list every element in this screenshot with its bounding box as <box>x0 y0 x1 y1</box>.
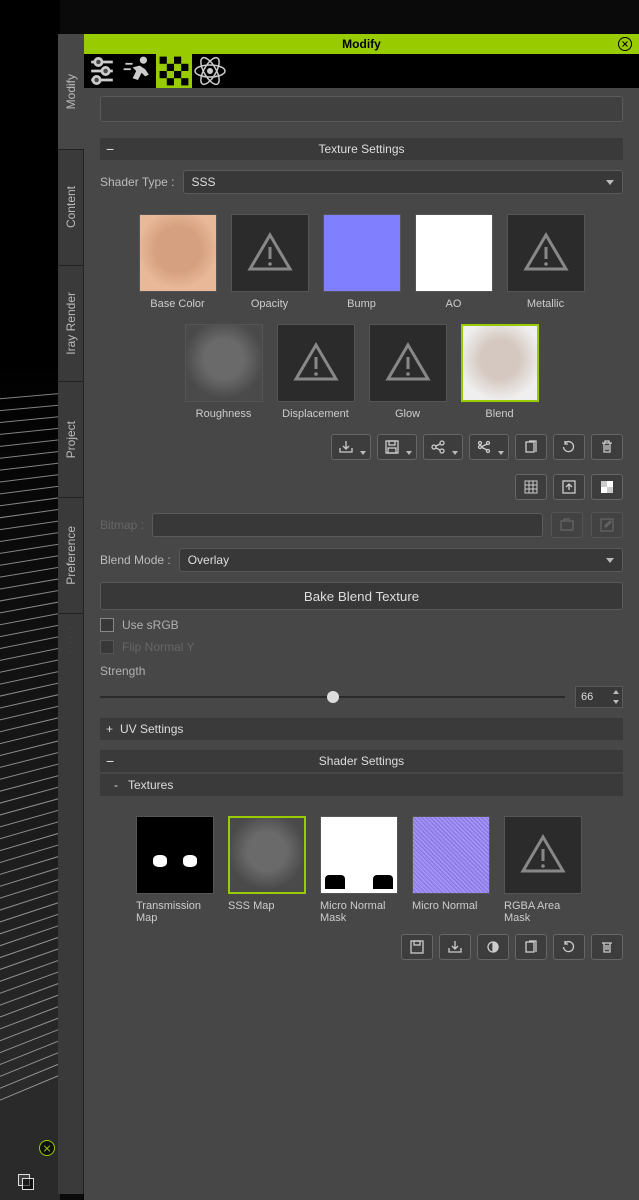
strength-slider[interactable] <box>100 696 565 698</box>
collapse-icon: - <box>114 774 118 796</box>
channels-button[interactable] <box>591 474 623 500</box>
collapse-icon: − <box>106 750 114 772</box>
bake-blend-texture-button[interactable]: Bake Blend Texture <box>100 582 623 610</box>
strength-value: 66 <box>576 691 610 703</box>
share-all-button[interactable] <box>469 434 509 460</box>
modify-panel: Modify − Texture Settings Shader Type : … <box>84 34 639 1200</box>
shader-texture-actions <box>100 934 623 960</box>
blend-mode-label: Blend Mode : <box>100 553 171 567</box>
slider-thumb[interactable] <box>327 691 339 703</box>
save-texture-button[interactable] <box>377 434 417 460</box>
spinner-down-icon[interactable] <box>610 697 622 707</box>
side-tab-modify[interactable]: Modify <box>58 34 84 150</box>
blend-mode-select[interactable]: Overlay <box>179 548 623 572</box>
texture-micro-normal-mask[interactable]: Micro Normal Mask <box>320 816 398 924</box>
texture-action-row-1 <box>100 434 623 460</box>
use-srgb-checkbox[interactable] <box>100 618 114 632</box>
material-slot[interactable] <box>100 96 623 122</box>
shader-texture-grid: Transmission MapSSS MapMicro Normal Mask… <box>100 816 623 924</box>
uv-settings-header[interactable]: + UV Settings <box>100 718 623 740</box>
blend-mode-value: Overlay <box>188 553 229 567</box>
viewport-background <box>0 0 60 1200</box>
texture-micro-normal[interactable]: Micro Normal <box>412 816 490 924</box>
shader-settings-label: Shader Settings <box>319 754 404 768</box>
texture-grid: Base ColorOpacityBumpAOMetallic Roughness… <box>100 214 623 420</box>
texture-metallic[interactable]: Metallic <box>507 214 585 310</box>
flip-normal-y-label: Flip Normal Y <box>122 640 194 654</box>
flip-normal-y-checkbox <box>100 640 114 654</box>
shader-settings-header[interactable]: − Shader Settings <box>100 750 623 772</box>
share-texture-button[interactable] <box>423 434 463 460</box>
physics-button[interactable] <box>192 54 228 88</box>
use-srgb-label: Use sRGB <box>122 618 179 632</box>
delete-texture-button[interactable] <box>591 434 623 460</box>
grid-view-button[interactable] <box>515 474 547 500</box>
toolbar <box>84 54 639 88</box>
texture-transmission-map[interactable]: Transmission Map <box>136 816 214 924</box>
side-tab-preference[interactable]: Preference <box>58 498 84 614</box>
texture-bump[interactable]: Bump <box>323 214 401 310</box>
save-shader-tex-button[interactable] <box>401 934 433 960</box>
texture-sss-map[interactable]: SSS Map <box>228 816 306 924</box>
reload-texture-button[interactable] <box>553 434 585 460</box>
close-panel-icon[interactable] <box>617 36 633 52</box>
adjust-shader-tex-button[interactable] <box>477 934 509 960</box>
strength-spinner[interactable]: 66 <box>575 686 623 708</box>
panel-title: Modify <box>84 34 639 54</box>
viewport-close-icon[interactable] <box>39 1140 55 1156</box>
texture-button[interactable] <box>156 54 192 88</box>
reload-shader-tex-button[interactable] <box>553 934 585 960</box>
fit-view-button[interactable] <box>553 474 585 500</box>
edit-bitmap-button <box>591 512 623 538</box>
chevron-down-icon <box>606 558 614 563</box>
texture-settings-header[interactable]: − Texture Settings <box>100 138 623 160</box>
collapse-icon: − <box>106 138 114 160</box>
strength-label: Strength <box>100 664 623 678</box>
bitmap-label: Bitmap : <box>100 518 144 532</box>
texture-glow[interactable]: Glow <box>369 324 447 420</box>
shader-type-value: SSS <box>192 175 216 189</box>
textures-sub-label: Textures <box>128 778 173 792</box>
texture-ao[interactable]: AO <box>415 214 493 310</box>
open-bitmap-button <box>551 512 583 538</box>
import-shader-tex-button[interactable] <box>439 934 471 960</box>
import-texture-button[interactable] <box>331 434 371 460</box>
texture-blend[interactable]: Blend <box>461 324 539 420</box>
spinner-up-icon[interactable] <box>610 687 622 697</box>
texture-opacity[interactable]: Opacity <box>231 214 309 310</box>
motion-button[interactable] <box>120 54 156 88</box>
side-tab-iray-render[interactable]: Iray Render <box>58 266 84 382</box>
delete-shader-tex-button[interactable] <box>591 934 623 960</box>
texture-base-color[interactable]: Base Color <box>139 214 217 310</box>
side-tab-project[interactable]: Project <box>58 382 84 498</box>
textures-subsection-header[interactable]: - Textures <box>100 774 623 796</box>
texture-rgba-area-mask[interactable]: RGBA Area Mask <box>504 816 582 924</box>
expand-icon: + <box>106 718 113 740</box>
chevron-down-icon <box>606 180 614 185</box>
texture-displacement[interactable]: Displacement <box>277 324 355 420</box>
panel-title-text: Modify <box>342 37 381 51</box>
expand-panels-icon[interactable] <box>18 1174 34 1190</box>
texture-roughness[interactable]: Roughness <box>185 324 263 420</box>
shader-type-select[interactable]: SSS <box>183 170 624 194</box>
side-tab-content[interactable]: Content <box>58 150 84 266</box>
shader-type-label: Shader Type : <box>100 175 175 189</box>
copy-shader-tex-button[interactable] <box>515 934 547 960</box>
panel-content: − Texture Settings Shader Type : SSS Bas… <box>84 88 639 1200</box>
modifier-settings-button[interactable] <box>84 54 120 88</box>
copy-texture-button[interactable] <box>515 434 547 460</box>
texture-action-row-2 <box>100 474 623 500</box>
bitmap-input[interactable] <box>152 513 543 537</box>
rail-drag-handle[interactable]: ············ <box>58 614 83 656</box>
uv-settings-label: UV Settings <box>120 722 183 736</box>
left-rail: ModifyContentIray RenderProjectPreferenc… <box>58 34 84 1194</box>
section-label: Texture Settings <box>318 142 404 156</box>
